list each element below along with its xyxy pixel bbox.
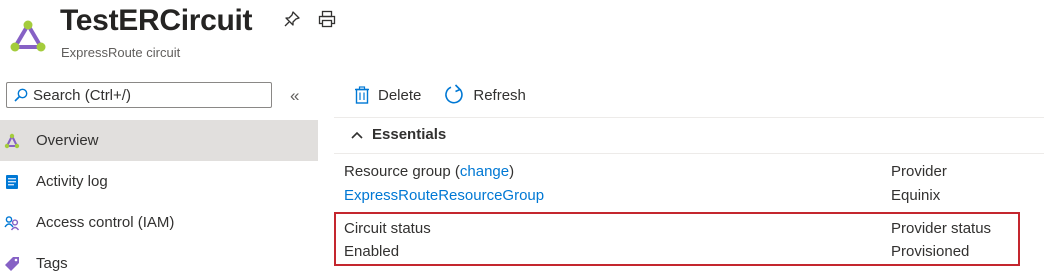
tag-icon [5,257,19,271]
collapse-sidebar-button[interactable]: « [290,86,299,106]
expressroute-circuit-icon [10,20,46,52]
sidebar-item-activity-log[interactable]: Activity log [0,161,318,202]
change-close-paren: ) [509,163,515,180]
resource-group-value[interactable]: ExpressRouteResourceGroup [344,187,544,204]
provider-label: Provider [891,163,947,180]
sidebar-item-label: Overview [36,132,99,149]
resource-group-label: Resource group (change) [344,163,514,180]
essentials-label: Essentials [372,126,447,143]
activity-log-icon [6,175,18,189]
resource-header: TestERCircuit ExpressRoute circuit [0,0,1044,78]
sidebar-item-access-control[interactable]: Access control (IAM) [0,202,318,243]
change-resource-group-link[interactable]: change [460,163,509,180]
search-box[interactable] [6,82,272,108]
essentials-toggle[interactable]: Essentials [350,126,446,143]
provider-status-value: Provisioned [891,243,970,260]
delete-label: Delete [378,86,422,104]
overview-icon [4,133,20,149]
refresh-button[interactable]: Refresh [443,84,526,106]
refresh-icon [445,84,464,104]
search-icon [14,88,28,102]
resource-group-label-text: Resource group [344,163,451,180]
divider [334,153,1044,154]
print-icon[interactable] [318,10,336,28]
page-title: TestERCircuit [60,4,253,37]
search-input[interactable] [33,85,263,105]
circuit-status-label: Circuit status [344,220,431,237]
sidebar-item-label: Tags [36,255,68,272]
sidebar: Overview Activity log Access control (IA… [0,120,318,280]
provider-value: Equinix [891,187,941,204]
sidebar-item-tags[interactable]: Tags [0,243,318,280]
divider [334,117,1044,118]
circuit-status-value: Enabled [344,243,400,260]
iam-icon [4,216,20,231]
portal-page: TestERCircuit ExpressRoute circuit « [0,0,1044,280]
refresh-label: Refresh [473,86,526,104]
sidebar-item-label: Activity log [36,173,108,190]
delete-button[interactable]: Delete [354,86,421,104]
pin-icon[interactable] [283,10,301,28]
delete-icon [355,86,369,104]
sidebar-item-overview[interactable]: Overview [0,120,318,161]
sidebar-item-label: Access control (IAM) [36,214,175,231]
page-subtitle: ExpressRoute circuit [61,45,181,60]
chevron-up-icon [351,131,363,139]
command-bar: Delete Refresh [354,84,548,106]
provider-status-label: Provider status [891,220,992,237]
